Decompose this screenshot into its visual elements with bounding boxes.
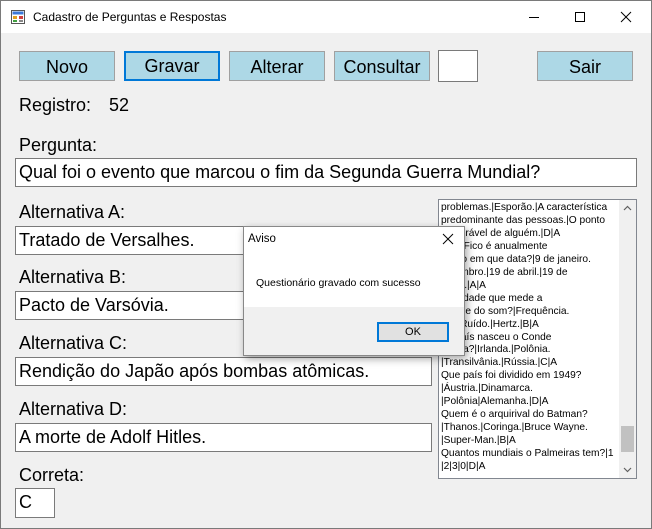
list-line: |Super-Man.|B|A: [441, 435, 516, 447]
correta-field[interactable]: C: [15, 488, 55, 518]
registro-label: Registro:: [19, 95, 92, 115]
list-line: problemas.|Esporão.|A característica: [441, 202, 608, 213]
consultar-input[interactable]: [438, 50, 478, 82]
list-line: a do Fico é anualmente: [441, 240, 548, 252]
dialog-title: Aviso: [248, 233, 276, 245]
scroll-up-button[interactable]: [619, 200, 636, 217]
message-dialog: Aviso Questionário gravado com sucesso O…: [243, 226, 465, 356]
alternativa-c-label: Alternativa C:: [19, 333, 128, 353]
alternativa-d-label: Alternativa D:: [19, 399, 128, 419]
list-line: sidade do som?|Frequência.: [441, 305, 570, 317]
list-line: Quantos mundiais o Palmeiras tem?|1: [441, 448, 614, 460]
list-line: Que país foi dividido em 1949?: [441, 370, 582, 382]
list-line: bel.|Ruído.|Hertz.|B|A: [441, 318, 539, 330]
consultar-button[interactable]: Consultar: [334, 51, 430, 81]
alternativa-c-field[interactable]: Rendição do Japão após bombas atômicas.: [15, 357, 432, 386]
app-icon: [11, 10, 25, 24]
correta-label: Correta:: [19, 465, 85, 485]
dialog-body: Aviso Questionário gravado com sucesso: [244, 227, 464, 307]
alternativa-a-label: Alternativa A:: [19, 202, 126, 222]
alternativa-b-label: Alternativa B:: [19, 267, 127, 287]
gravar-button[interactable]: Gravar: [124, 51, 220, 81]
listbox-scrollbar[interactable]: [619, 200, 636, 478]
close-icon: [620, 11, 632, 23]
pergunta-field[interactable]: Qual foi o evento que marcou o fim da Se…: [15, 158, 637, 187]
maximize-button[interactable]: [557, 1, 603, 33]
title-bar: Cadastro de Perguntas e Respostas: [1, 1, 651, 33]
window-title: Cadastro de Perguntas e Respostas: [33, 10, 227, 24]
minimize-button[interactable]: [511, 1, 557, 33]
list-line: mbro.|A|A: [441, 280, 619, 293]
list-line: vulnerável de alguém.|D|A: [441, 227, 561, 239]
chevron-down-icon: [623, 467, 632, 473]
main-window: Cadastro de Perguntas e Respostas Novo G…: [0, 0, 652, 529]
pergunta-label: Pergunta:: [19, 135, 98, 155]
scroll-thumb[interactable]: [621, 426, 634, 452]
list-line: |Thanos.|Coringa.|Bruce Wayne.: [441, 422, 588, 434]
listbox-text: problemas.|Esporão.|A característica pred…: [441, 202, 619, 474]
scroll-down-button[interactable]: [619, 461, 636, 478]
maximize-icon: [575, 12, 585, 22]
dialog-close-icon[interactable]: [442, 233, 454, 245]
list-line: setembro.|19 de abril.|19 de: [441, 266, 568, 278]
list-line: Quem é o arquirival do Batman?: [441, 409, 588, 421]
list-line: orado em que data?|9 de janeiro.: [441, 253, 591, 265]
sair-button[interactable]: Sair: [537, 51, 633, 81]
dialog-message: Questionário gravado com sucesso: [256, 277, 421, 289]
list-line: |2|3|0|D|A: [441, 461, 486, 473]
minimize-icon: [529, 17, 539, 18]
list-line: |Áustria.|Dinamarca.: [441, 383, 533, 395]
novo-button[interactable]: Novo: [19, 51, 115, 81]
ok-button[interactable]: OK: [377, 322, 449, 342]
registro-value: 52: [109, 95, 130, 115]
list-line: |Polônia|Alemanha.|D|A: [441, 396, 549, 408]
list-line: rácula?|Irlanda.|Polônia.: [441, 344, 551, 356]
list-line: |Transilvânia.|Rússia.|C|A: [441, 357, 558, 369]
list-line: predominante das pessoas.|O ponto: [441, 214, 606, 226]
alterar-button[interactable]: Alterar: [229, 51, 325, 81]
list-line: a unidade que mede a: [441, 292, 543, 304]
alternativa-d-field[interactable]: A morte de Adolf Hitles.: [15, 423, 432, 452]
list-line: ue país nasceu o Conde: [441, 331, 552, 343]
questions-listbox[interactable]: problemas.|Esporão.|A característica pred…: [438, 199, 637, 479]
close-button[interactable]: [603, 1, 649, 33]
chevron-up-icon: [623, 205, 632, 211]
